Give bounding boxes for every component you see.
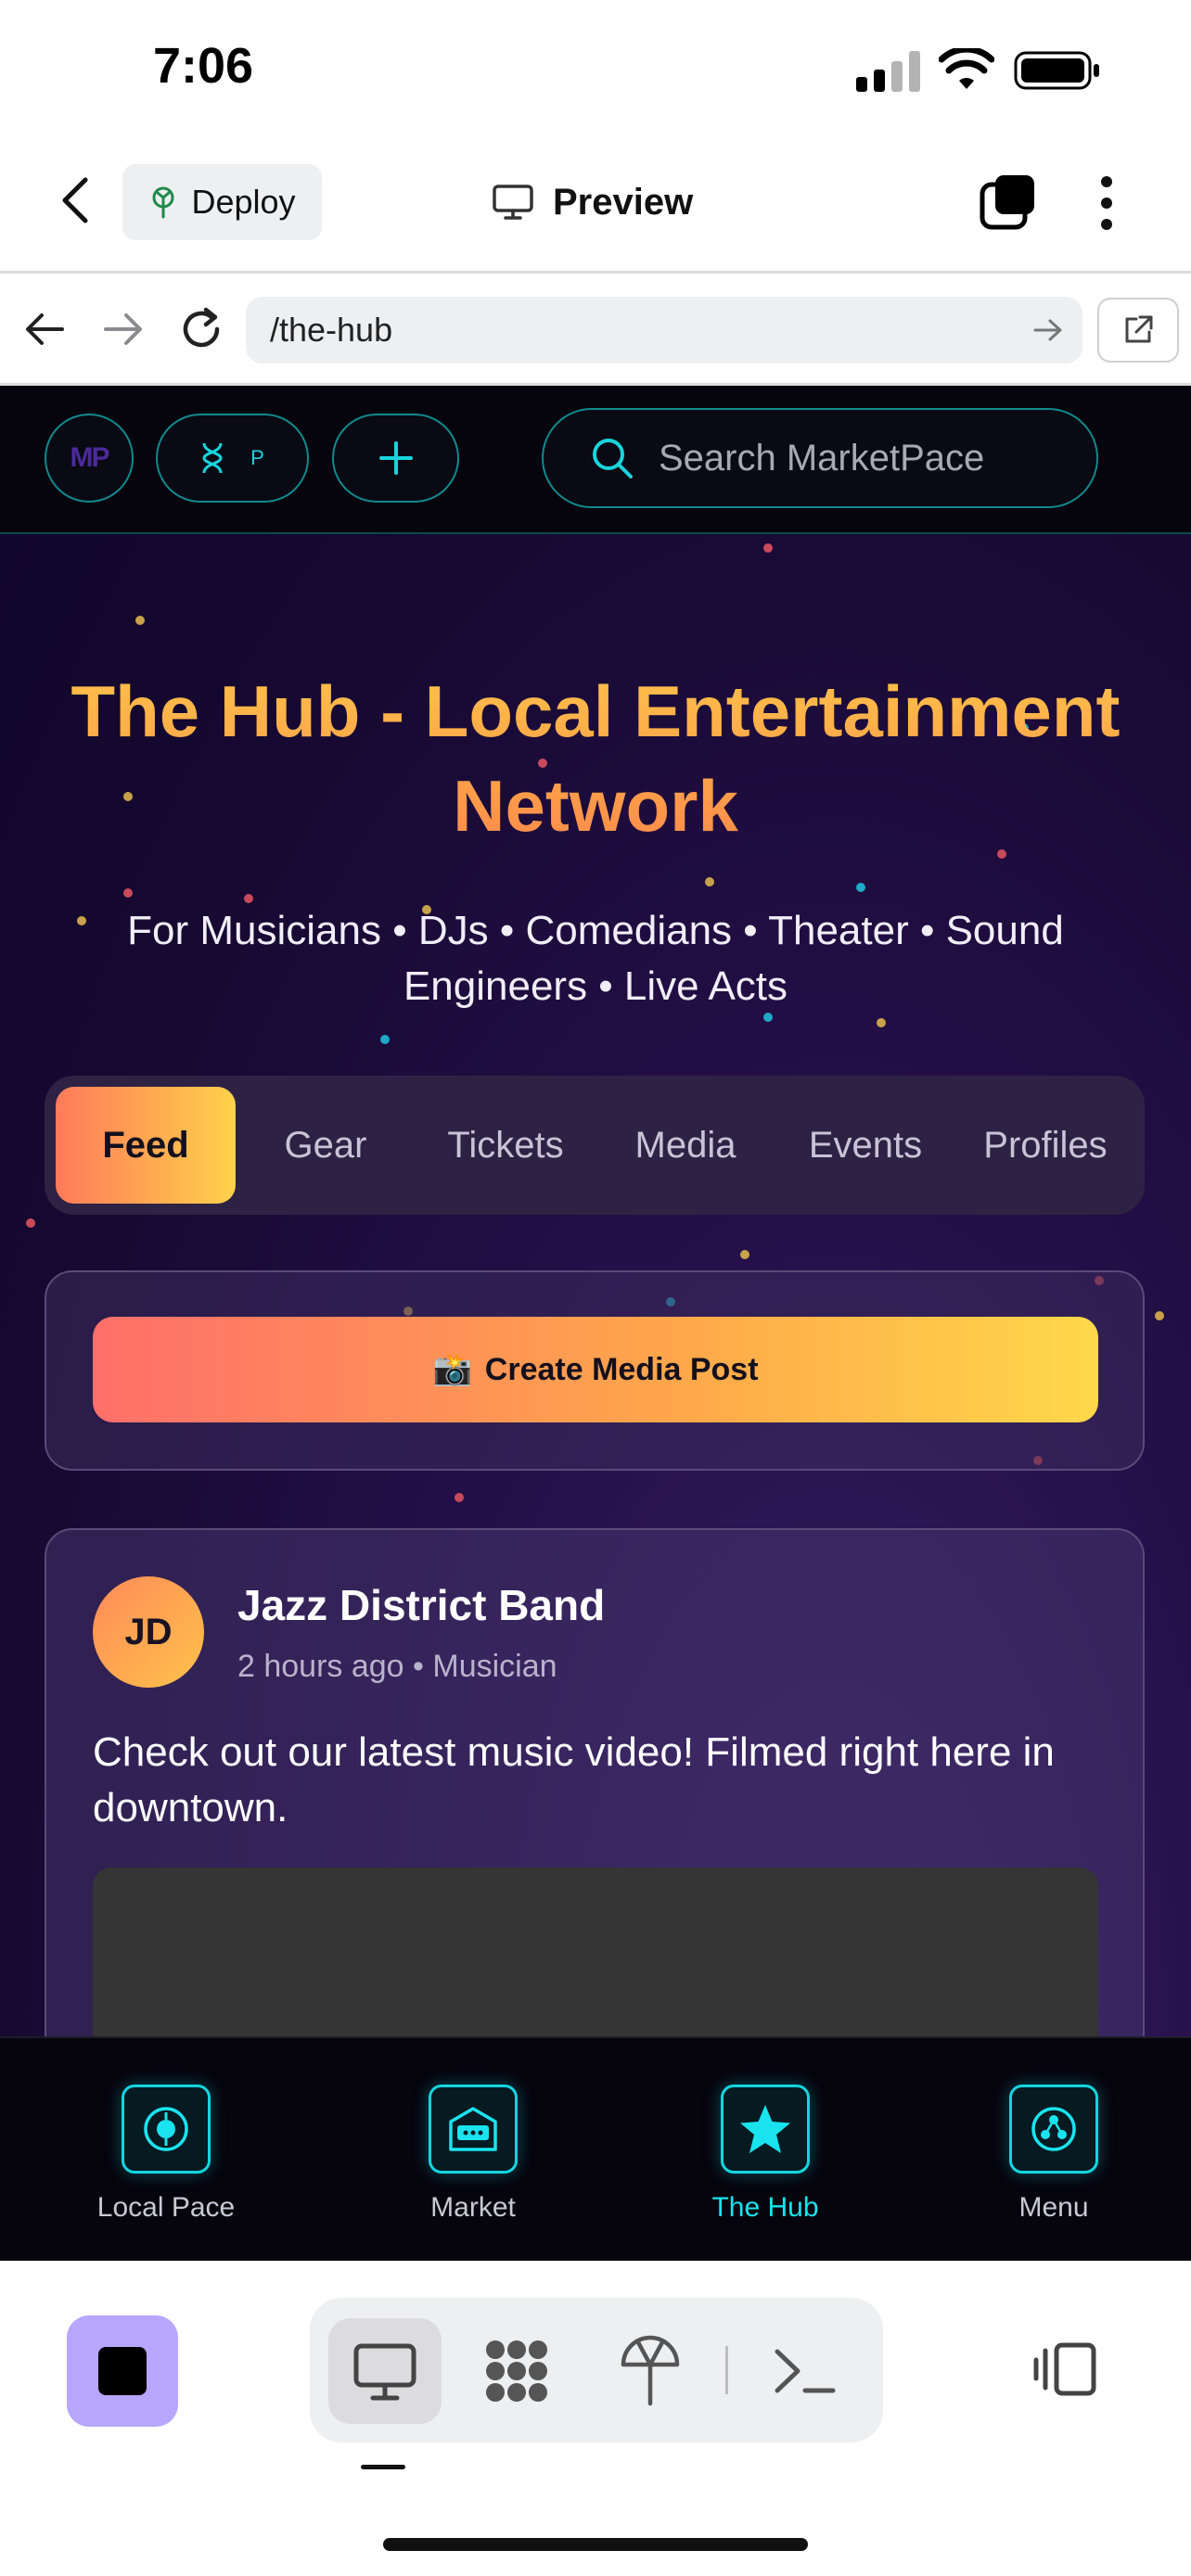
open-external-button[interactable] [1097, 298, 1179, 363]
particle-dot [123, 888, 133, 898]
tab-feed[interactable]: Feed [56, 1087, 236, 1204]
avatar[interactable]: JD [93, 1576, 204, 1688]
post-author[interactable]: Jazz District Band [237, 1580, 605, 1630]
browser-forward-icon[interactable] [102, 311, 145, 348]
search-placeholder: Search MarketPace [659, 437, 985, 478]
post-video[interactable] [93, 1868, 1098, 2036]
tabs-switcher-icon[interactable] [979, 173, 1036, 231]
particle-dot [1155, 1311, 1164, 1320]
terminal-icon[interactable] [764, 2331, 844, 2411]
browser-back-icon[interactable] [23, 311, 66, 348]
nav-label: The Hub [711, 2192, 819, 2223]
nav-label: Menu [1018, 2192, 1089, 2223]
stop-button[interactable] [67, 2315, 178, 2427]
hero-subtitle: For Musicians • DJs • Comedians • Theate… [127, 908, 1064, 1009]
nav-label: Market [430, 2192, 516, 2223]
preview-title: Preview [492, 176, 693, 228]
camera-icon: 📸 [432, 1352, 472, 1387]
particle-dot [380, 1035, 390, 1044]
tab-events[interactable]: Events [775, 1087, 955, 1204]
monitor-icon [493, 185, 533, 220]
tab-gear[interactable]: Gear [236, 1087, 416, 1204]
particle-dot [856, 883, 865, 892]
panel-toggle-icon[interactable] [1032, 2340, 1099, 2399]
stop-icon [98, 2347, 147, 2395]
local-pace-icon [122, 2085, 211, 2174]
hero-title: The Hub - Local Entertainment Network [0, 664, 1191, 853]
create-media-post-button[interactable]: 📸 Create Media Post [93, 1317, 1098, 1422]
wifi-icon [939, 48, 994, 89]
status-time: 7:06 [153, 38, 254, 94]
search-icon [593, 439, 633, 478]
create-post-card: 📸 Create Media Post [45, 1270, 1145, 1471]
monitor-icon[interactable] [345, 2331, 425, 2411]
nav-menu[interactable]: Menu [942, 2038, 1165, 2261]
search-input[interactable]: Search MarketPace [542, 408, 1098, 508]
more-options-icon[interactable] [1093, 174, 1121, 232]
url-field[interactable]: /the-hub [246, 297, 1082, 363]
nav-market[interactable]: Market [362, 2038, 584, 2261]
profile-button[interactable]: P [156, 414, 309, 503]
battery-icon [1014, 51, 1099, 90]
particle-dot [763, 543, 773, 553]
deploy-label: Deploy [191, 183, 296, 221]
divider [0, 271, 1191, 274]
star-icon [721, 2085, 810, 2174]
nav-the-hub[interactable]: The Hub [654, 2038, 877, 2261]
post-meta: 2 hours ago • Musician [237, 1649, 557, 1684]
web-content: MP P Search MarketPace The Hub - Local E… [0, 386, 1191, 2036]
particle-dot [77, 916, 86, 925]
external-link-icon [1125, 315, 1153, 343]
back-icon[interactable] [56, 176, 96, 224]
deploy-icon[interactable] [610, 2331, 690, 2411]
divider [725, 2346, 728, 2394]
view-switcher [310, 2298, 883, 2442]
hub-tabs: Feed Gear Tickets Media Events Profiles [45, 1076, 1145, 1215]
site-bottom-nav: Local Pace Market The Hub Menu [0, 2036, 1191, 2261]
workspace-icon[interactable] [477, 2331, 557, 2411]
particle-dot [705, 877, 714, 886]
site-logo: MP [70, 442, 110, 473]
particle-dot [135, 616, 145, 625]
active-segment-indicator [361, 2465, 405, 2469]
post-body: Check out our latest music video! Filmed… [93, 1729, 1055, 1830]
add-button[interactable] [332, 414, 459, 503]
home-indicator [383, 2538, 808, 2551]
market-icon [429, 2085, 518, 2174]
plus-icon [378, 441, 413, 475]
create-media-post-label: Create Media Post [484, 1351, 759, 1387]
nav-label: Local Pace [96, 2192, 236, 2223]
profile-initial: P [250, 446, 264, 469]
url-text: /the-hub [270, 311, 393, 349]
reload-icon[interactable] [178, 306, 226, 352]
dna-icon [202, 442, 223, 474]
cellular-signal-icon [856, 51, 920, 92]
nav-local-pace[interactable]: Local Pace [55, 2038, 277, 2261]
tab-tickets[interactable]: Tickets [416, 1087, 596, 1204]
particle-dot [26, 1218, 35, 1228]
menu-icon [1009, 2085, 1098, 2174]
deploy-icon [152, 186, 174, 219]
tab-media[interactable]: Media [596, 1087, 775, 1204]
deploy-button[interactable]: Deploy [122, 164, 322, 240]
particle-dot [877, 1018, 886, 1027]
preview-label: Preview [553, 181, 694, 223]
particle-dot [244, 894, 253, 903]
tab-profiles[interactable]: Profiles [955, 1087, 1135, 1204]
post-card: JD Jazz District Band 2 hours ago • Musi… [45, 1528, 1145, 2036]
particle-dot [455, 1493, 464, 1502]
site-header: MP P Search MarketPace [0, 386, 1191, 534]
url-go-icon[interactable] [1031, 315, 1065, 345]
site-logo-button[interactable]: MP [45, 414, 134, 503]
particle-dot [740, 1250, 749, 1259]
